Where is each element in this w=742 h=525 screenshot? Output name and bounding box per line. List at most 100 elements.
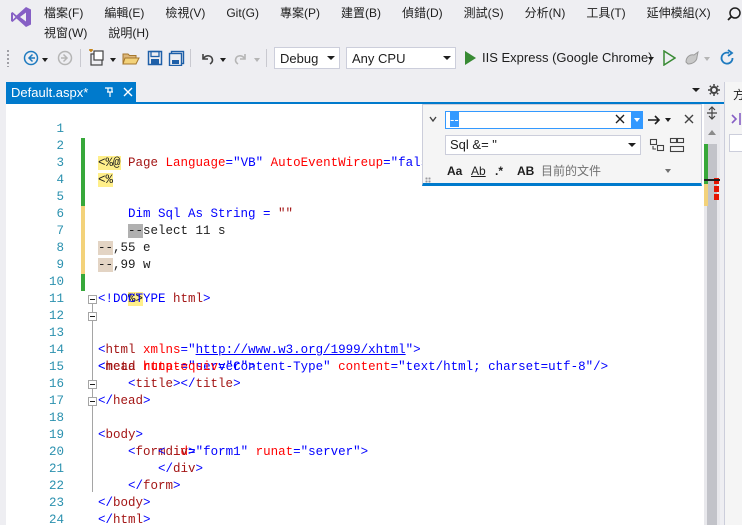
scroll-up-arrow-icon[interactable] xyxy=(708,130,716,135)
save-button[interactable] xyxy=(144,48,166,68)
chevron-down-icon[interactable] xyxy=(628,143,636,147)
toolbar-grip[interactable] xyxy=(6,49,10,67)
panel-title[interactable]: 方 xyxy=(733,86,742,103)
search-icon[interactable] xyxy=(726,6,742,22)
scrollbar-change-marker xyxy=(704,184,708,206)
collapse-region-icon[interactable] xyxy=(88,295,97,304)
find-next-options-chevron-icon[interactable] xyxy=(665,118,671,122)
replace-all-icon[interactable] xyxy=(669,137,685,153)
tab-overflow-chevron-icon[interactable] xyxy=(692,88,700,92)
menu-row-secondary: 視窗(W) 說明(H) xyxy=(44,24,170,42)
code-line-11[interactable]: 11 xyxy=(6,274,704,306)
code-line-10[interactable]: 10 <!DOCTYPE html> xyxy=(6,257,704,306)
navigate-forward-button[interactable] xyxy=(54,48,76,68)
menu-build[interactable]: 建置(B) xyxy=(341,4,381,22)
toolbar-separator xyxy=(80,49,81,67)
redo-button[interactable] xyxy=(230,48,252,68)
menu-project[interactable]: 專案(P) xyxy=(280,4,320,22)
folder-open-icon xyxy=(122,53,140,65)
menu-file[interactable]: 檔案(F) xyxy=(44,4,83,22)
open-file-button[interactable] xyxy=(120,48,142,68)
code-line-14[interactable]: 14 <meta http-equiv="Content-Type" conte… xyxy=(6,325,704,374)
panel-search-input[interactable] xyxy=(729,134,742,152)
solution-configuration-select[interactable]: Debug xyxy=(274,47,340,69)
code-line-18[interactable]: 18 <form id="form1" runat="server"> xyxy=(6,393,704,459)
chevron-down-icon[interactable] xyxy=(648,57,654,61)
tab-default-aspx[interactable]: Default.aspx* xyxy=(6,82,136,102)
gear-icon[interactable] xyxy=(708,84,720,96)
match-case-option[interactable]: Aa xyxy=(447,163,462,179)
close-find-icon[interactable] xyxy=(683,113,695,125)
save-icon xyxy=(147,50,163,66)
preserve-case-option[interactable]: AB xyxy=(517,163,534,179)
use-regex-option[interactable]: .* xyxy=(495,163,503,179)
replace-next-icon[interactable] xyxy=(649,137,665,153)
menu-analyze[interactable]: 分析(N) xyxy=(525,4,566,22)
menu-tools[interactable]: 工具(T) xyxy=(586,4,625,22)
code-line-20[interactable]: 20 </div> xyxy=(6,427,704,476)
split-window-icon[interactable] xyxy=(706,106,718,120)
menu-edit[interactable]: 編輯(E) xyxy=(104,4,144,22)
undo-button[interactable] xyxy=(196,48,218,68)
resize-grip[interactable] xyxy=(425,177,431,183)
chevron-down-icon[interactable] xyxy=(254,58,260,62)
save-all-button[interactable] xyxy=(166,48,188,68)
collapse-region-icon[interactable] xyxy=(88,380,97,389)
code-line-9[interactable]: 9 %> xyxy=(6,240,704,306)
toggle-replace-chevron-icon[interactable] xyxy=(429,115,437,125)
menu-debug[interactable]: 偵錯(D) xyxy=(402,4,443,22)
solution-platform-select[interactable]: Any CPU xyxy=(346,47,456,69)
run-target-button[interactable]: IIS Express (Google Chrome) xyxy=(482,49,653,67)
chevron-down-icon[interactable] xyxy=(704,57,710,61)
menu-git[interactable]: Git(G) xyxy=(226,4,259,22)
clear-search-close-icon[interactable] xyxy=(613,111,627,127)
menu-window[interactable]: 視窗(W) xyxy=(44,24,87,42)
chevron-down-icon[interactable] xyxy=(220,58,226,62)
find-replace-widget: -- Sql &= " Aa Ab .* AB 目前的文件 xyxy=(422,104,702,186)
refresh-browser-icon[interactable] xyxy=(718,49,736,67)
toolbar-separator xyxy=(266,49,267,67)
code-line-19[interactable]: 19 <div> xyxy=(6,410,704,459)
scrollbar-thumb[interactable] xyxy=(707,144,717,525)
code-line-17[interactable]: 17 <body> xyxy=(6,376,704,442)
vertical-scrollbar[interactable] xyxy=(704,104,720,525)
find-next-arrow-icon[interactable] xyxy=(647,113,661,127)
menu-bar: 檔案(F) 編輯(E) 檢視(V) Git(G) 專案(P) 建置(B) 偵錯(… xyxy=(0,0,742,44)
collapse-region-icon[interactable] xyxy=(88,397,97,406)
code-line-16[interactable]: 16 </head> xyxy=(6,359,704,408)
start-without-debugging-icon[interactable] xyxy=(662,50,676,66)
close-icon[interactable] xyxy=(122,85,134,99)
start-debugging-play-icon[interactable] xyxy=(464,51,476,65)
chevron-down-icon[interactable] xyxy=(110,58,116,62)
menu-test[interactable]: 測試(S) xyxy=(464,4,504,22)
visual-studio-logo-icon[interactable] xyxy=(10,6,32,28)
menu-extensions[interactable]: 延伸模組(X) xyxy=(647,4,711,22)
code-line-13[interactable]: 13 <head runat="server"> xyxy=(6,308,704,374)
code-line-8[interactable]: 8 xyxy=(6,223,704,274)
browser-link-icon[interactable] xyxy=(684,50,700,66)
code-line-15[interactable]: 15 <title></title> xyxy=(6,342,704,391)
menu-help[interactable]: 說明(H) xyxy=(108,24,149,42)
pin-icon[interactable] xyxy=(104,85,116,99)
collapse-region-icon[interactable] xyxy=(88,312,97,321)
forward-arrow-icon xyxy=(57,50,73,66)
find-input[interactable]: -- xyxy=(445,111,633,129)
chevron-down-icon[interactable] xyxy=(42,58,48,62)
code-line-6[interactable]: 6 --,55 e xyxy=(6,189,704,255)
find-history-dropdown[interactable] xyxy=(631,111,643,129)
code-line-24[interactable]: 24 xyxy=(6,495,704,525)
code-line-23[interactable]: 23 </html> xyxy=(6,478,704,525)
code-line-22[interactable]: 22 </body> xyxy=(6,461,704,510)
code-line-21[interactable]: 21 </form> xyxy=(6,444,704,493)
menu-view[interactable]: 檢視(V) xyxy=(165,4,205,22)
replace-input[interactable]: Sql &= " xyxy=(445,135,641,155)
new-project-button[interactable] xyxy=(86,48,108,68)
match-whole-word-option[interactable]: Ab xyxy=(471,163,486,179)
chevron-down-icon xyxy=(327,56,335,60)
code-line-12[interactable]: 12 <html xmlns="http://www.w3.org/1999/x… xyxy=(6,291,704,357)
code-line-7[interactable]: 7 --,99 w xyxy=(6,206,704,272)
search-scope-select[interactable]: 目前的文件 xyxy=(541,163,673,179)
line-number: 24 xyxy=(48,513,64,525)
redo-icon xyxy=(234,54,246,65)
navigate-back-button[interactable] xyxy=(20,48,42,68)
